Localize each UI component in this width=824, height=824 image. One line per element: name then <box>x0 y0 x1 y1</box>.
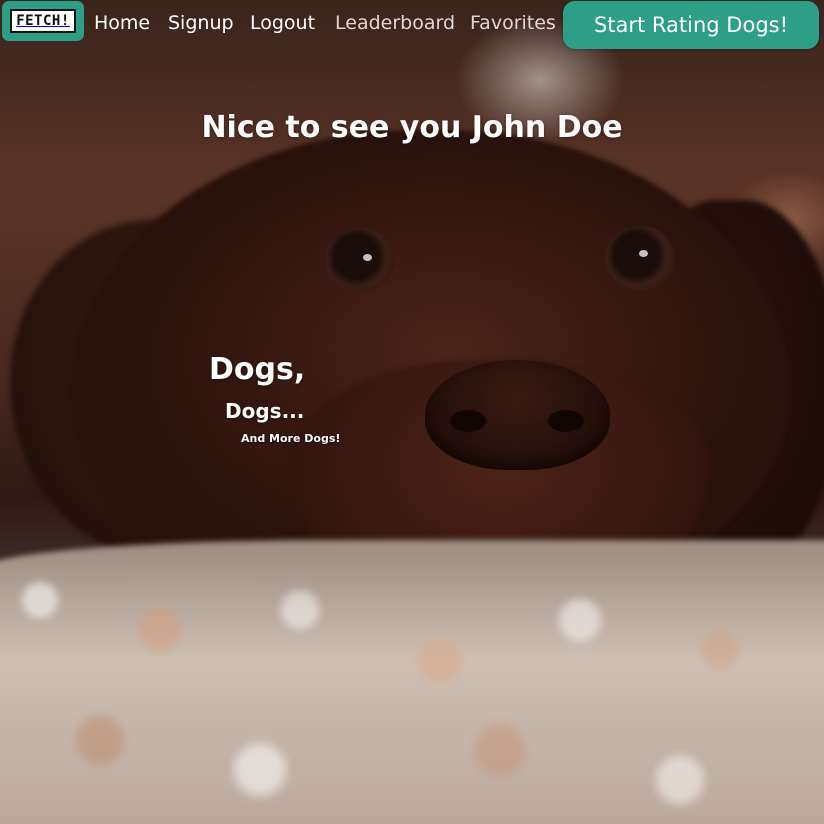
tagline-line-3: And More Dogs! <box>241 432 341 445</box>
tagline-line-1: Dogs, <box>209 352 306 387</box>
navbar: FETCH! Home Signup Logout Leaderboard Fa… <box>0 0 824 49</box>
nav-link-signup[interactable]: Signup <box>168 10 234 36</box>
dog-eye-right <box>605 226 675 290</box>
carpet <box>0 540 824 824</box>
welcome-heading: Nice to see you John Doe <box>201 110 623 145</box>
dog-eye-left <box>325 228 395 292</box>
dog-nostril-left <box>450 410 486 432</box>
nav-link-leaderboard[interactable]: Leaderboard <box>335 10 455 36</box>
nav-link-home[interactable]: Home <box>94 10 150 36</box>
nav-link-favorites[interactable]: Favorites <box>470 10 556 36</box>
fetch-logo[interactable]: FETCH! <box>2 1 84 41</box>
start-rating-dogs-button[interactable]: Start Rating Dogs! <box>563 1 819 49</box>
dog-nostril-right <box>548 410 584 432</box>
nav-link-logout[interactable]: Logout <box>250 10 315 36</box>
eye-glint <box>639 250 648 257</box>
page: FETCH! Home Signup Logout Leaderboard Fa… <box>0 0 824 824</box>
tagline-line-2: Dogs... <box>225 399 305 423</box>
logo-text: FETCH! <box>10 9 76 33</box>
eye-glint <box>363 254 372 261</box>
